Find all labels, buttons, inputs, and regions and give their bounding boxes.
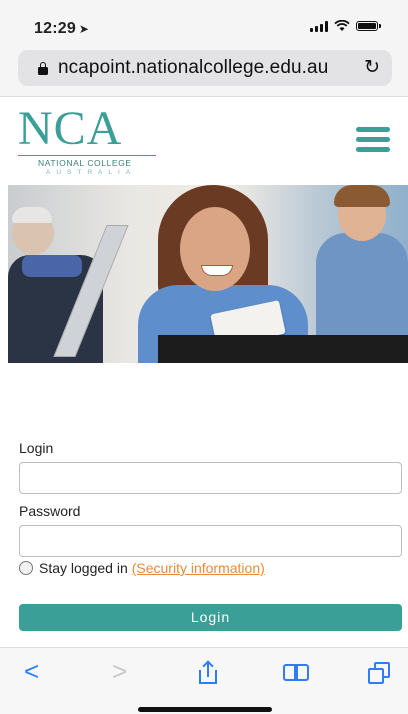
logo-line1: NATIONAL COLLEGE	[18, 155, 156, 168]
url-text[interactable]: ncapoint.nationalcollege.edu.au	[58, 57, 328, 79]
nca-logo[interactable]: NCA NATIONAL COLLEGE AUSTRALIA	[18, 105, 168, 176]
reload-icon[interactable]: ↻	[364, 56, 380, 79]
battery-icon	[356, 21, 381, 31]
status-icons	[310, 20, 381, 32]
back-icon[interactable]: <	[24, 656, 39, 687]
lock-icon	[38, 62, 48, 75]
login-form: Login Password	[19, 440, 402, 566]
browser-address-area: ncapoint.nationalcollege.edu.au ↻	[0, 44, 408, 97]
browser-toolbar: < >	[0, 647, 408, 714]
status-time: 12:29 ➤	[34, 20, 89, 38]
stay-logged-in-row: Stay logged in (Security information)	[19, 560, 265, 576]
hamburger-menu-icon[interactable]	[356, 127, 390, 153]
login-button[interactable]: Login	[19, 604, 402, 631]
wifi-icon	[334, 20, 350, 31]
share-icon[interactable]	[199, 660, 217, 684]
stay-logged-in-checkbox[interactable]	[19, 561, 33, 575]
tabs-icon[interactable]	[368, 662, 392, 684]
logo-line2: AUSTRALIA	[46, 169, 137, 176]
login-input[interactable]	[19, 462, 402, 494]
address-bar[interactable]: ncapoint.nationalcollege.edu.au ↻	[18, 50, 392, 86]
bookmarks-icon[interactable]	[283, 664, 311, 682]
status-bar: 12:29 ➤	[0, 0, 408, 44]
home-indicator	[138, 707, 272, 712]
password-label: Password	[19, 503, 81, 519]
stay-logged-in-label[interactable]: Stay logged in	[39, 560, 128, 576]
time-text: 12:29	[34, 20, 76, 37]
signal-icon	[310, 20, 328, 32]
site-header: NCA NATIONAL COLLEGE AUSTRALIA	[0, 97, 408, 185]
logo-main: NCA	[18, 102, 123, 155]
login-label: Login	[19, 440, 54, 456]
forward-icon[interactable]: >	[112, 656, 127, 687]
security-information-link[interactable]: (Security information)	[132, 560, 265, 576]
hero-image	[8, 185, 408, 363]
location-arrow-icon: ➤	[78, 22, 90, 36]
password-input[interactable]	[19, 525, 402, 557]
